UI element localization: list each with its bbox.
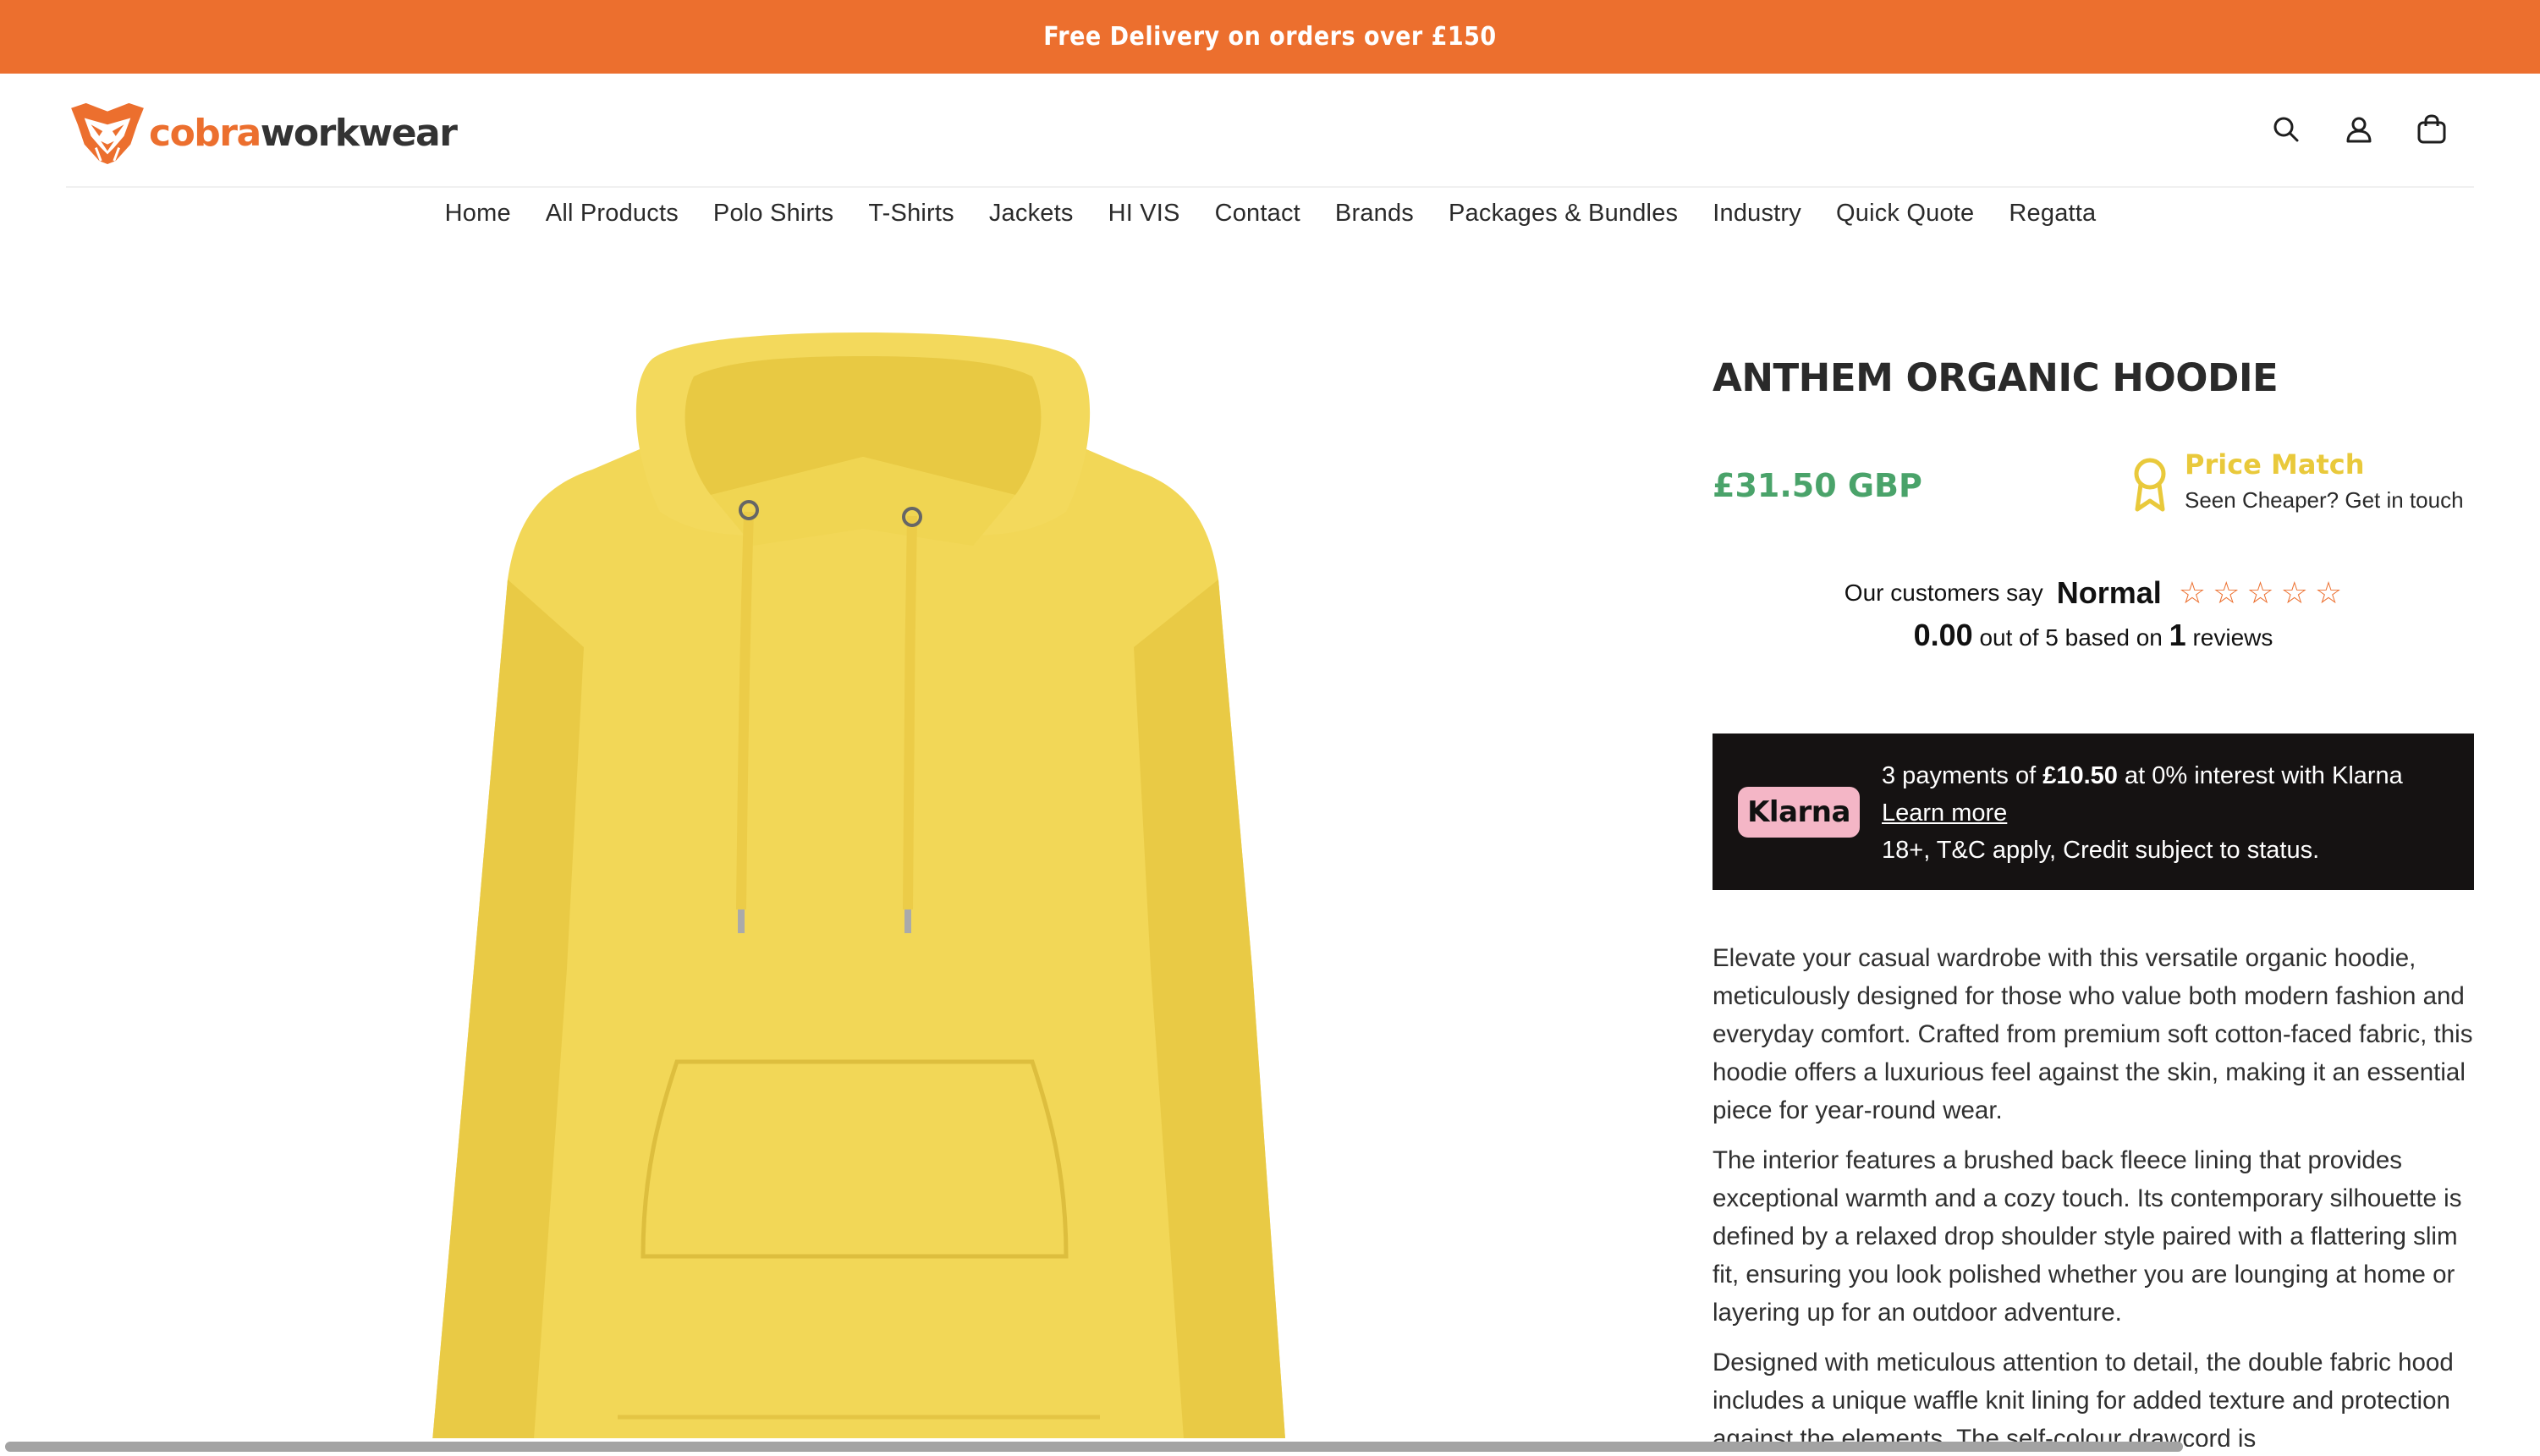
nav-quick-quote[interactable]: Quick Quote [1836, 200, 1974, 228]
reviews-count-suffix: reviews [2192, 624, 2273, 651]
klarna-terms: 18+, T&C apply, Credit subject to status… [1882, 837, 2320, 864]
main-nav: Home All Products Polo Shirts T-Shirts J… [0, 200, 2540, 228]
product-title: ANTHEM ORGANIC HOODIE [1713, 355, 2279, 400]
rating-stars: ☆ ☆ ☆ ☆ ☆ [2179, 578, 2342, 608]
klarna-suffix: at 0% interest with Klarna [2124, 762, 2403, 789]
nav-industry[interactable]: Industry [1713, 200, 1801, 228]
site-header: cobraworkwear [66, 74, 2474, 188]
reviews-out-of: out of 5 based on [1979, 624, 2163, 651]
klarna-line1: 3 payments of £10.50 at 0% interest with… [1882, 757, 2403, 794]
price-match-title: Price Match [2185, 448, 2365, 481]
nav-hi-vis[interactable]: HI VIS [1108, 200, 1180, 228]
nav-jackets[interactable]: Jackets [989, 200, 1074, 228]
announcement-text: Free Delivery on orders over £150 [1043, 22, 1497, 52]
award-ribbon-icon [2134, 458, 2166, 512]
star-icon: ☆ [2314, 575, 2343, 610]
cobra-logo-icon [71, 102, 144, 165]
reviews-score: 0.00 [1913, 618, 1973, 652]
klarna-banner: Klarna 3 payments of £10.50 at 0% intere… [1713, 733, 2474, 890]
nav-contact[interactable]: Contact [1215, 200, 1300, 228]
logo-cobra-text: cobra [149, 111, 261, 155]
star-icon: ☆ [2280, 575, 2308, 610]
product-description: Elevate your casual wardrobe with this v… [1713, 939, 2474, 1447]
product-info: ANTHEM ORGANIC HOODIE £31.50 GBP Price M… [1713, 355, 2474, 1447]
description-paragraph: Elevate your casual wardrobe with this v… [1713, 944, 2473, 1124]
klarna-logo: Klarna [1738, 787, 1860, 838]
horizontal-scrollbar[interactable] [5, 1442, 2183, 1452]
nav-polo-shirts[interactable]: Polo Shirts [713, 200, 833, 228]
klarna-amount: £10.50 [2042, 762, 2118, 789]
price-match[interactable]: Price Match Seen Cheaper? Get in touch [2130, 448, 2464, 514]
search-icon[interactable] [2269, 113, 2303, 146]
description-paragraph: Designed with meticulous attention to de… [1713, 1349, 2454, 1447]
logo-wordmark: cobraworkwear [149, 111, 458, 155]
site-logo[interactable]: cobraworkwear [66, 99, 458, 167]
reviews-rating-word: Normal [2056, 575, 2162, 610]
account-icon[interactable] [2342, 113, 2376, 146]
nav-all-products[interactable]: All Products [546, 200, 679, 228]
nav-home[interactable]: Home [445, 200, 511, 228]
star-icon: ☆ [2213, 575, 2240, 610]
klarna-learn-more-link[interactable]: Learn more [1882, 799, 2007, 827]
description-paragraph: The interior features a brushed back fle… [1713, 1146, 2462, 1327]
product-image[interactable] [423, 326, 1295, 1438]
nav-t-shirts[interactable]: T-Shirts [868, 200, 954, 228]
klarna-prefix: 3 payments of [1882, 762, 2037, 789]
logo-workwear-text: workwear [260, 111, 458, 155]
price-match-subtitle: Seen Cheaper? Get in touch [2185, 487, 2464, 513]
product-price: £31.50 GBP [1713, 467, 1922, 504]
price-row: £31.50 GBP Price Match Seen Cheaper? Get… [1713, 448, 2474, 525]
reviews-prefix: Our customers say [1844, 580, 2043, 606]
reviews-count: 1 [2169, 618, 2186, 652]
nav-brands[interactable]: Brands [1335, 200, 1414, 228]
cart-icon[interactable] [2415, 113, 2449, 146]
nav-regatta[interactable]: Regatta [2009, 200, 2096, 228]
announcement-bar: Free Delivery on orders over £150 [0, 0, 2540, 74]
nav-packages-bundles[interactable]: Packages & Bundles [1449, 200, 1678, 228]
star-icon: ☆ [2246, 575, 2274, 610]
header-actions [2269, 113, 2449, 146]
reviews-widget[interactable]: Our customers say Normal ☆ ☆ ☆ ☆ ☆ 0.00 … [1713, 575, 2474, 653]
star-icon: ☆ [2178, 575, 2207, 610]
